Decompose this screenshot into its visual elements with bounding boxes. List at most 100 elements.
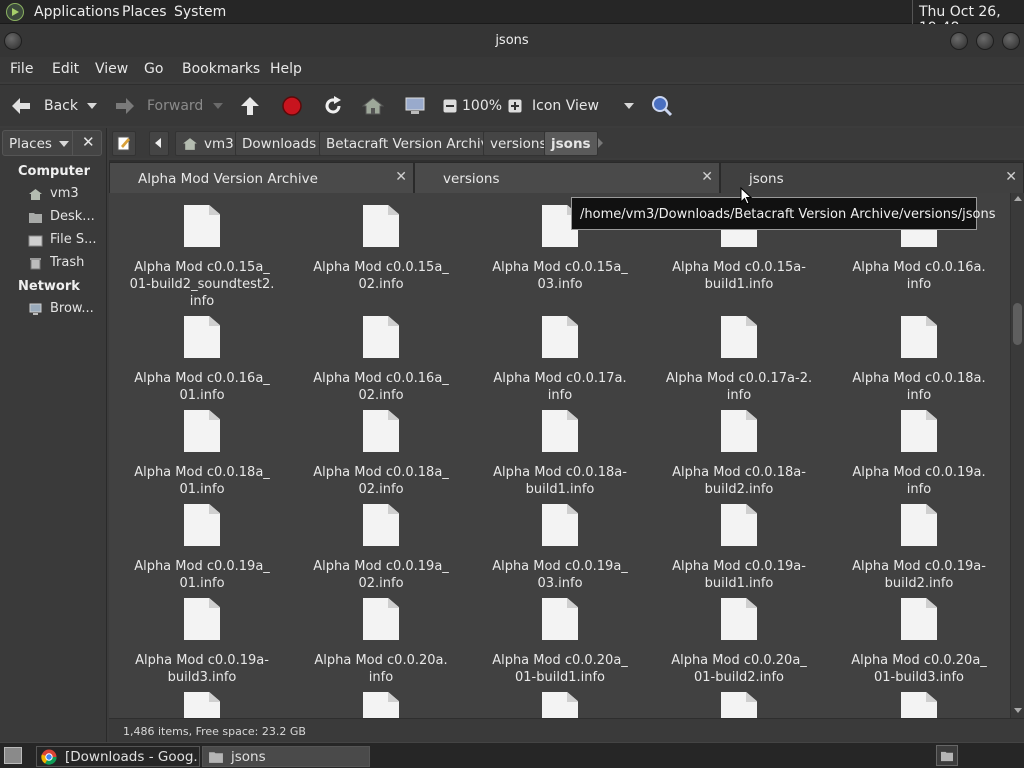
sidebar-item-browse-network[interactable]: Brow... <box>28 301 106 319</box>
toggle-location-entry-button[interactable] <box>112 131 136 156</box>
breadcrumb-scroll-left[interactable] <box>149 131 169 156</box>
file-item[interactable]: Alpha Mod c0.0.18a_ 01.info <box>113 410 291 510</box>
file-item[interactable]: Alpha Mod c0.0.18a. info <box>830 316 1008 416</box>
file-item[interactable] <box>650 692 828 718</box>
view-mode-select[interactable]: Icon View <box>532 98 599 114</box>
sidebar-item-filesystem[interactable]: File S... <box>28 232 106 250</box>
sidebar-pane-select[interactable]: Places <box>9 136 52 152</box>
file-item[interactable] <box>113 692 291 718</box>
menu-help[interactable]: Help <box>270 61 302 77</box>
file-item[interactable]: Alpha Mod c0.0.19a_ 03.info <box>471 504 649 604</box>
file-item[interactable]: Alpha Mod c0.0.19a-build1.info <box>650 504 828 604</box>
sidebar-item-label: File S... <box>50 232 97 247</box>
reload-icon[interactable] <box>322 95 344 117</box>
up-arrow-icon[interactable] <box>239 95 261 117</box>
tab-close-icon[interactable]: ✕ <box>1005 169 1017 185</box>
sidebar-header[interactable]: Places ✕ <box>2 130 102 156</box>
back-history-dropdown-icon[interactable] <box>87 103 97 109</box>
file-item[interactable]: Alpha Mod c0.0.18a_ 02.info <box>292 410 470 510</box>
panel-menu-applications[interactable]: Applications <box>34 4 120 20</box>
file-item[interactable]: Alpha Mod c0.0.20a_ 01-build3.info <box>830 598 1008 698</box>
back-arrow-icon[interactable] <box>10 95 32 117</box>
vertical-scrollbar[interactable] <box>1010 193 1024 718</box>
file-item[interactable]: Alpha Mod c0.0.15a_ 01-build2_soundtest2.… <box>113 205 291 309</box>
sidebar-item-label: Trash <box>50 255 85 270</box>
document-icon <box>901 692 937 718</box>
file-name-line: info <box>906 277 932 292</box>
back-button[interactable]: Back <box>44 98 78 114</box>
panel-menu-places[interactable]: Places <box>122 4 167 20</box>
menu-go[interactable]: Go <box>144 61 163 77</box>
minimize-button[interactable] <box>950 32 968 50</box>
sidebar-item-trash[interactable]: Trash <box>28 255 106 273</box>
scroll-down-icon[interactable] <box>1014 708 1022 713</box>
panel-menu-system[interactable]: System <box>174 4 226 20</box>
file-name-line: 01-build2.info <box>694 670 784 685</box>
file-item[interactable]: Alpha Mod c0.0.16a_ 01.info <box>113 316 291 416</box>
scrollbar-thumb[interactable] <box>1013 303 1022 345</box>
file-item[interactable]: Alpha Mod c0.0.20a. info <box>292 598 470 698</box>
document-icon <box>184 692 220 718</box>
view-mode-dropdown-icon[interactable] <box>624 103 634 109</box>
sidebar-item-desktop[interactable]: Desk... <box>28 209 106 227</box>
computer-icon[interactable] <box>404 95 426 117</box>
file-item[interactable]: Alpha Mod c0.0.19a-build3.info <box>113 598 291 698</box>
menu-edit[interactable]: Edit <box>52 61 79 77</box>
file-item[interactable]: Alpha Mod c0.0.17a. info <box>471 316 649 416</box>
file-item[interactable] <box>292 692 470 718</box>
file-item[interactable]: Alpha Mod c0.0.19a_ 02.info <box>292 504 470 604</box>
file-icon-view[interactable]: Alpha Mod c0.0.15a_ 01-build2_soundtest2.… <box>109 193 1010 718</box>
sidebar-item-vm3[interactable]: vm3 <box>28 186 106 204</box>
stop-icon[interactable] <box>281 95 303 117</box>
menu-file[interactable]: File <box>10 61 33 77</box>
close-window-button[interactable] <box>1002 32 1020 50</box>
file-item[interactable]: Alpha Mod c0.0.20a_ 01-build2.info <box>650 598 828 698</box>
file-item[interactable]: Alpha Mod c0.0.15a_ 02.info <box>292 205 470 305</box>
document-icon <box>901 504 937 546</box>
file-item[interactable] <box>830 692 1008 718</box>
file-item[interactable]: Alpha Mod c0.0.18a-build2.info <box>650 410 828 510</box>
taskbar-item-chrome[interactable]: [Downloads - Goog... <box>36 746 200 767</box>
network-icon <box>29 303 42 315</box>
file-name: Alpha Mod c0.0.18a_ 01.info <box>113 464 291 498</box>
sidebar-close-icon[interactable]: ✕ <box>82 133 95 151</box>
file-item[interactable]: Alpha Mod c0.0.16a_ 02.info <box>292 316 470 416</box>
panel-clock[interactable]: Thu Oct 26, 19:48 <box>912 0 1024 36</box>
scroll-up-icon[interactable] <box>1014 196 1022 201</box>
file-name-line: Alpha Mod c0.0.19a. <box>852 465 986 480</box>
file-item[interactable]: Alpha Mod c0.0.19a. info <box>830 410 1008 510</box>
file-item[interactable]: Alpha Mod c0.0.17a-2. info <box>650 316 828 416</box>
tab-versions[interactable]: versions ✕ <box>414 162 720 193</box>
top-panel: Applications Places System Thu Oct 26, 1… <box>0 0 1024 36</box>
forward-button[interactable]: Forward <box>147 98 203 114</box>
workspace-switcher[interactable] <box>936 745 958 766</box>
breadcrumb-jsons[interactable]: jsons <box>544 131 598 156</box>
zoom-in-icon[interactable] <box>504 95 526 117</box>
home-icon[interactable] <box>362 95 384 117</box>
tab-close-icon[interactable]: ✕ <box>701 169 713 185</box>
breadcrumb-betacraft-version-archive[interactable]: Betacraft Version Archive <box>319 131 504 156</box>
applications-logo-icon[interactable] <box>6 3 24 21</box>
tab-jsons[interactable]: jsons ✕ <box>720 162 1024 193</box>
breadcrumb-versions[interactable]: versions <box>483 131 554 156</box>
breadcrumb-scroll-right-icon[interactable] <box>598 138 603 148</box>
maximize-button[interactable] <box>976 32 994 50</box>
file-item[interactable]: Alpha Mod c0.0.19a_ 01.info <box>113 504 291 604</box>
breadcrumb-downloads[interactable]: Downloads <box>235 131 324 156</box>
menu-view[interactable]: View <box>95 61 128 77</box>
taskbar-item-jsons[interactable]: jsons <box>202 746 370 767</box>
breadcrumb-vm3[interactable]: vm3 <box>175 131 241 156</box>
file-item[interactable]: Alpha Mod c0.0.19a-build2.info <box>830 504 1008 604</box>
tab-alpha-mod-version-archive[interactable]: Alpha Mod Version Archive ✕ <box>109 162 414 193</box>
file-item[interactable] <box>471 692 649 718</box>
window-title-bar[interactable]: jsons <box>0 24 1024 57</box>
menu-bookmarks[interactable]: Bookmarks <box>182 61 260 77</box>
document-icon <box>721 504 757 546</box>
file-item[interactable]: Alpha Mod c0.0.18a-build1.info <box>471 410 649 510</box>
sidebar-pane-dropdown-icon[interactable] <box>59 141 69 147</box>
search-icon[interactable] <box>651 95 673 117</box>
show-desktop-icon[interactable] <box>4 747 22 764</box>
file-item[interactable]: Alpha Mod c0.0.20a_ 01-build1.info <box>471 598 649 698</box>
tab-close-icon[interactable]: ✕ <box>395 169 407 185</box>
zoom-out-icon[interactable] <box>439 95 461 117</box>
